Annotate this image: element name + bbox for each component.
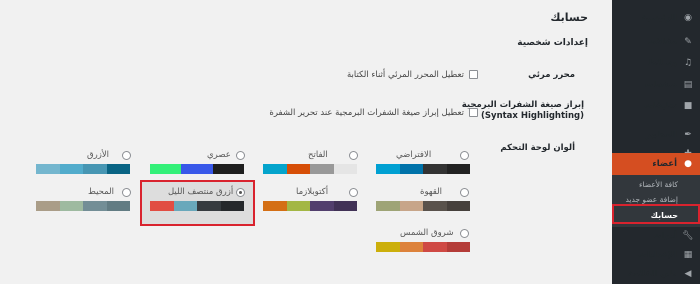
scheme-light-radio[interactable]: [349, 151, 358, 160]
color-swatch: [310, 201, 334, 211]
color-swatch: [220, 201, 244, 211]
color-swatch: [399, 242, 423, 252]
color-swatch: [333, 164, 357, 174]
scheme-modern-radio[interactable]: [236, 151, 245, 160]
scheme-default-label[interactable]: الافتراضي: [396, 150, 431, 160]
color-swatch: [106, 164, 130, 174]
color-swatch: [263, 164, 287, 174]
color-swatch: [423, 242, 447, 252]
scheme-blue-label[interactable]: الأزرق: [87, 150, 109, 160]
color-swatch: [376, 242, 400, 252]
color-swatch: [106, 201, 130, 211]
scheme-coffee-swatches[interactable]: [376, 201, 470, 211]
scheme-sunrise-swatches[interactable]: [376, 242, 470, 252]
scheme-light-swatches[interactable]: [263, 164, 357, 174]
syntax-label-line1: إبراز صيغة الشفرات البرمجية: [461, 100, 584, 110]
menu-comments[interactable]: ■ تعليقات: [612, 95, 700, 117]
wrench-icon: 🔧︎: [682, 231, 694, 241]
color-swatch: [212, 164, 244, 174]
menu-users[interactable]: ● أعضاء: [605, 153, 700, 175]
scheme-ectoplasm-label[interactable]: أكتوبلازما: [296, 187, 328, 197]
media-icon: ♫: [683, 58, 693, 68]
color-swatch: [83, 164, 107, 174]
color-swatch: [399, 164, 423, 174]
syntax-highlighting-checkbox[interactable]: [469, 108, 478, 117]
color-swatch: [376, 201, 400, 211]
color-swatch: [446, 201, 470, 211]
pin-icon: ✎: [684, 37, 692, 47]
syntax-highlighting-option-text[interactable]: تعطيل إبراز صيغة الشفرات البرمجية عند تح…: [269, 108, 464, 118]
color-swatch: [173, 201, 197, 211]
color-swatch: [150, 164, 182, 174]
scheme-modern-label[interactable]: عصري: [207, 150, 231, 160]
profile-highlight-box: [612, 204, 700, 224]
color-swatch: [286, 164, 310, 174]
color-swatch: [181, 164, 213, 174]
color-swatch: [399, 201, 423, 211]
menu-posts[interactable]: ✎ مقالات: [612, 31, 700, 53]
settings-icon: ▦: [683, 250, 693, 260]
color-swatch: [333, 201, 357, 211]
color-swatch: [446, 242, 470, 252]
scheme-default-swatches[interactable]: [376, 164, 470, 174]
scheme-midnight-radio[interactable]: [236, 188, 245, 197]
visual-editor-checkbox[interactable]: [469, 70, 478, 79]
color-swatch: [59, 201, 83, 211]
scheme-midnight-swatches[interactable]: [150, 201, 244, 211]
color-swatch: [150, 201, 174, 211]
scheme-sunrise-label[interactable]: شروق الشمس: [400, 228, 454, 238]
syntax-label-line2: (Syntax Highlighting): [481, 111, 584, 121]
menu-dashboard[interactable]: ◉ الرئيسية: [612, 7, 700, 29]
menu-pages[interactable]: ▤ صفحات: [612, 74, 700, 96]
scheme-blue-swatches[interactable]: [36, 164, 130, 174]
dashboard-icon: ◉: [684, 13, 692, 23]
page-title: حسابك: [550, 11, 588, 24]
personal-options-heading: إعدادات شخصية: [517, 38, 588, 48]
color-swatch: [263, 201, 287, 211]
scheme-coffee-label[interactable]: القهوة: [420, 187, 442, 197]
scheme-coffee-radio[interactable]: [460, 188, 469, 197]
color-swatch: [36, 164, 60, 174]
color-swatch: [423, 164, 447, 174]
scheme-default-radio[interactable]: [460, 151, 469, 160]
users-icon: ●: [684, 159, 692, 169]
visual-editor-option-text[interactable]: تعطيل المحرر المرئي أثناء الكتابة: [347, 70, 464, 80]
color-swatch: [59, 164, 83, 174]
color-swatch: [376, 164, 400, 174]
scheme-blue-radio[interactable]: [122, 151, 131, 160]
scheme-ocean-radio[interactable]: [122, 188, 131, 197]
color-swatch: [197, 201, 221, 211]
scheme-ocean-swatches[interactable]: [36, 201, 130, 211]
admin-sidebar: ◉ الرئيسية ✎ مقالات ♫ وسائط ▤ صفحات ■ تع…: [605, 0, 700, 284]
color-swatch: [446, 164, 470, 174]
brush-icon: ✒: [684, 130, 692, 140]
scheme-ectoplasm-swatches[interactable]: [263, 201, 357, 211]
scheme-midnight-label[interactable]: أزرق منتصف الليل: [168, 187, 233, 197]
admin-color-label: ألوان لوحة التحكم: [500, 143, 575, 153]
menu-media[interactable]: ♫ وسائط: [612, 52, 700, 74]
scheme-light-label[interactable]: الفاتح: [308, 150, 328, 160]
scheme-sunrise-radio[interactable]: [460, 229, 469, 238]
submenu-all-users[interactable]: كافة الأعضاء: [612, 177, 700, 193]
color-swatch: [83, 201, 107, 211]
pages-icon: ▤: [683, 80, 693, 90]
scheme-modern-swatches[interactable]: [150, 164, 244, 174]
color-swatch: [423, 201, 447, 211]
comment-icon: ■: [683, 101, 693, 111]
scheme-ocean-label[interactable]: المحيط: [88, 187, 114, 197]
visual-editor-label: محرر مرئي: [528, 70, 575, 80]
color-swatch: [310, 164, 334, 174]
scheme-ectoplasm-radio[interactable]: [349, 188, 358, 197]
color-swatch: [36, 201, 60, 211]
collapse-icon: ◀: [684, 269, 692, 279]
color-swatch: [286, 201, 310, 211]
menu-collapse[interactable]: ◀ طي القائمة: [612, 263, 700, 284]
